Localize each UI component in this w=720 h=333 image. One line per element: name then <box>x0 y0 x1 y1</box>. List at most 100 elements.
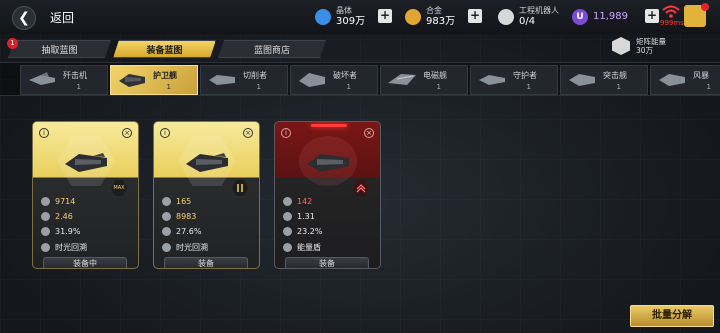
em-ship-icon <box>388 74 416 85</box>
shield-icon <box>283 243 292 252</box>
ship-item-cutter[interactable]: 切削者 1 <box>200 65 288 95</box>
crystal-resource: 晶体 309万 <box>315 4 365 30</box>
ship-count: 1 <box>706 83 711 91</box>
skill-icon <box>162 243 171 252</box>
robot-resource: 工程机器人 0/4 <box>498 4 559 30</box>
premium-u-icon: U <box>572 9 588 25</box>
close-icon[interactable]: × <box>122 128 132 138</box>
wifi-icon <box>662 5 680 19</box>
alloy-value: 983万 <box>426 16 456 27</box>
add-crystal-button[interactable]: + <box>378 9 392 23</box>
guardian-icon <box>479 75 505 85</box>
speed-icon <box>162 212 171 221</box>
notification-dot-icon <box>701 3 709 11</box>
matrix-cube-icon <box>612 37 630 55</box>
ship-item-guardian[interactable]: 守护者 1 <box>470 65 558 95</box>
ship-item-fighter[interactable]: 歼击机 1 <box>20 65 108 95</box>
top-bar: ❮ 返回 晶体 309万 + 合金 983万 + 工程机器人 0/4 U 11,… <box>0 0 720 34</box>
blueprint-card[interactable]: i × MAX 9714 2.46 31.9% 时光回溯 装备中 <box>32 121 139 269</box>
ship-name: 守护者 <box>513 71 537 80</box>
ship-count: 1 <box>166 83 171 91</box>
stat-percent: 23.2% <box>283 227 322 236</box>
stat-attack: 9714 <box>41 197 75 206</box>
tab-blueprint-shop[interactable]: 蓝图商店 <box>218 40 326 58</box>
stat-speed: 2.46 <box>41 212 73 221</box>
back-label[interactable]: 返回 <box>50 9 74 26</box>
frigate-art-icon <box>65 153 107 172</box>
info-icon[interactable]: i <box>39 128 49 138</box>
stat-attack: 165 <box>162 197 191 206</box>
ship-count: 1 <box>436 83 441 91</box>
batch-dismantle-button[interactable]: 批量分解 <box>630 305 714 327</box>
fighter-icon <box>29 72 55 85</box>
tab-equip-blueprint[interactable]: 装备蓝图 <box>113 40 216 58</box>
ship-name: 风暴 <box>693 71 709 80</box>
crystal-label: 晶体 <box>336 6 352 15</box>
ship-item-assault[interactable]: 突击舰 1 <box>560 65 648 95</box>
add-premium-button[interactable]: + <box>645 9 659 23</box>
storm-icon <box>659 74 685 86</box>
stat-speed: 8983 <box>162 212 196 221</box>
ship-item-frigate[interactable]: 护卫舰 1 <box>110 65 198 95</box>
ship-item-destroyer[interactable]: 破坏者 1 <box>290 65 378 95</box>
blueprint-card[interactable]: i × 142 1.31 23.2% 能量盾 装备 <box>274 121 381 269</box>
ship-type-strip: 歼击机 1 护卫舰 1 切削者 1 破坏者 1 电磁舰 1 守护者 1 突击舰 … <box>0 62 720 96</box>
matrix-energy: 矩阵能量 30万 <box>612 37 666 55</box>
ship-count: 1 <box>526 83 531 91</box>
attack-icon <box>283 197 292 206</box>
red-glow <box>311 124 347 127</box>
info-icon[interactable]: i <box>281 128 291 138</box>
frigate-art-icon <box>186 153 228 172</box>
premium-value: 11,989 <box>593 11 628 22</box>
close-icon[interactable]: × <box>243 128 253 138</box>
speed-icon <box>41 212 50 221</box>
alloy-resource: 合金 983万 <box>405 4 455 30</box>
equip-button[interactable]: 装备 <box>285 257 369 268</box>
alloy-icon <box>405 9 421 25</box>
crit-icon <box>283 227 292 236</box>
ship-name: 护卫舰 <box>153 71 177 80</box>
speed-icon <box>283 212 292 221</box>
attack-icon <box>162 197 171 206</box>
ship-name: 歼击机 <box>63 71 87 80</box>
stat-speed: 1.31 <box>283 212 315 221</box>
robot-value: 0/4 <box>519 16 536 27</box>
crit-icon <box>41 227 50 236</box>
frigate-art-icon <box>307 154 349 172</box>
tab-badge: 1 <box>7 38 18 49</box>
info-icon[interactable]: i <box>160 128 170 138</box>
ship-name: 突击舰 <box>603 71 627 80</box>
frigate-icon <box>119 74 145 87</box>
add-alloy-button[interactable]: + <box>468 9 482 23</box>
ship-count: 1 <box>76 83 81 91</box>
back-button[interactable]: ❮ <box>12 6 36 30</box>
premium-resource: U 11,989 <box>572 4 628 30</box>
rank-badge-icon <box>232 180 248 196</box>
ship-item-storm[interactable]: 风暴 1 <box>650 65 720 95</box>
ship-name: 电磁舰 <box>423 71 447 80</box>
equip-button[interactable]: 装备 <box>164 257 248 268</box>
blueprint-card[interactable]: i × 165 8983 27.6% 时光回溯 装备 <box>153 121 260 269</box>
stat-percent: 31.9% <box>41 227 80 236</box>
crystal-value: 309万 <box>336 16 366 27</box>
matrix-energy-value: 30万 <box>636 46 654 55</box>
alloy-label: 合金 <box>426 6 442 15</box>
destroyer-icon <box>299 73 325 87</box>
matrix-energy-label: 矩阵能量 <box>636 37 666 46</box>
stat-skill: 能量盾 <box>283 242 321 253</box>
ship-name: 切削者 <box>243 71 267 80</box>
crit-icon <box>162 227 171 236</box>
stat-skill: 时光回溯 <box>162 242 208 253</box>
equipped-button[interactable]: 装备中 <box>43 257 127 268</box>
rank-chevron-icon <box>353 180 369 196</box>
ship-count: 1 <box>346 83 351 91</box>
ship-name: 破坏者 <box>333 71 357 80</box>
cutter-icon <box>209 75 235 85</box>
attack-icon <box>41 197 50 206</box>
assault-icon <box>569 74 595 86</box>
tab-draw-blueprint[interactable]: 抽取蓝图 <box>8 40 111 58</box>
close-icon[interactable]: × <box>364 128 374 138</box>
robot-icon <box>498 9 514 25</box>
stat-attack: 142 <box>283 197 312 206</box>
ship-item-em-ship[interactable]: 电磁舰 1 <box>380 65 468 95</box>
